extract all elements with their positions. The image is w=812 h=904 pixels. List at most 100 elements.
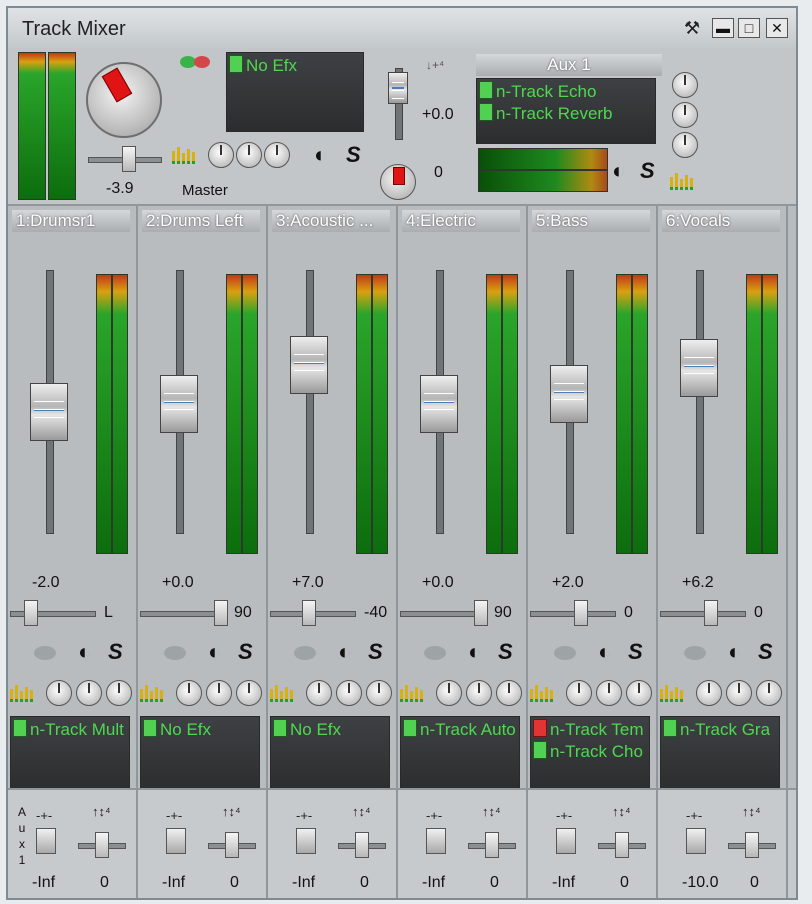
channel-name[interactable]: 6:Vocals — [662, 210, 780, 232]
aux-pan-slider[interactable] — [78, 832, 126, 858]
knob[interactable] — [176, 680, 202, 706]
record-arm-icon[interactable] — [164, 646, 186, 660]
solo-icon[interactable]: S — [498, 641, 513, 663]
eq-icon[interactable] — [270, 685, 296, 702]
solo-icon[interactable]: S — [238, 641, 253, 663]
aux-send-fader[interactable] — [686, 828, 706, 854]
pan-slider[interactable] — [10, 600, 96, 626]
speaker-icon[interactable]: ◐ — [208, 641, 221, 663]
aux-knob-1[interactable] — [672, 72, 698, 98]
channel-fx-item[interactable]: No Efx — [273, 719, 387, 739]
master-volume-fader[interactable] — [388, 72, 408, 104]
aux-fx-item-1[interactable]: n-Track Reverb — [479, 103, 653, 123]
aux-pan-slider[interactable] — [598, 832, 646, 858]
channel-fx-item[interactable]: n-Track Gra — [663, 719, 777, 739]
master-knob-3[interactable] — [264, 142, 290, 168]
channel-fx-box[interactable]: n-Track Auto — [400, 716, 520, 792]
aux-send-fader[interactable] — [166, 828, 186, 854]
aux-fx-box[interactable]: n-Track Echo n-Track Reverb — [476, 78, 656, 144]
speaker-icon[interactable]: ◐ — [78, 641, 91, 663]
aux-send-fader[interactable] — [426, 828, 446, 854]
aux-pan-slider[interactable] — [728, 832, 776, 858]
knob[interactable] — [466, 680, 492, 706]
speaker-icon[interactable]: ◐ — [314, 144, 327, 166]
solo-icon[interactable]: S — [758, 641, 773, 663]
channel-name[interactable]: 3:Acoustic ... — [272, 210, 390, 232]
aux-pan-slider[interactable] — [208, 832, 256, 858]
speaker-icon[interactable]: ◐ — [468, 641, 481, 663]
speaker-icon[interactable]: ◐ — [598, 641, 611, 663]
aux-pan-slider[interactable] — [338, 832, 386, 858]
volume-fader[interactable] — [30, 383, 68, 441]
record-arm-icon[interactable] — [684, 646, 706, 660]
eq-icon[interactable] — [140, 685, 166, 702]
volume-fader[interactable] — [160, 375, 198, 434]
record-arm-icon[interactable] — [34, 646, 56, 660]
master-pan-slider[interactable] — [88, 146, 162, 172]
master-fx-item-0[interactable]: No Efx — [229, 55, 361, 75]
channel-name[interactable]: 2:Drums Left — [142, 210, 260, 232]
eq-icon[interactable] — [10, 685, 36, 702]
channel-fx-box[interactable]: n-Track Gra — [660, 716, 780, 792]
knob[interactable] — [696, 680, 722, 706]
channel-name[interactable]: 4:Electric — [402, 210, 520, 232]
aux-knob-2[interactable] — [672, 102, 698, 128]
close-button[interactable]: ✕ — [766, 18, 788, 38]
record-arm-icon[interactable] — [554, 646, 576, 660]
knob[interactable] — [496, 680, 522, 706]
solo-icon[interactable]: S — [640, 160, 655, 182]
knob[interactable] — [206, 680, 232, 706]
pan-slider[interactable] — [660, 600, 746, 626]
aux-send-fader[interactable] — [556, 828, 576, 854]
pan-slider[interactable] — [140, 600, 229, 626]
channel-fx-box[interactable]: n-Track Mult — [10, 716, 130, 792]
aux-fx-item-0[interactable]: n-Track Echo — [479, 81, 653, 101]
solo-icon[interactable]: S — [628, 641, 643, 663]
eq-icon[interactable] — [400, 685, 426, 702]
knob[interactable] — [76, 680, 102, 706]
channel-fx-item[interactable]: No Efx — [143, 719, 257, 739]
knob[interactable] — [366, 680, 392, 706]
record-arm-icon[interactable] — [294, 646, 316, 660]
channel-fx-item[interactable]: n-Track Tem — [533, 719, 647, 739]
knob[interactable] — [596, 680, 622, 706]
aux-pan-slider[interactable] — [468, 832, 516, 858]
channel-name[interactable]: 1:Drumsr1 — [12, 210, 130, 232]
pan-slider[interactable] — [400, 600, 489, 626]
master-knob-2[interactable] — [236, 142, 262, 168]
solo-icon[interactable]: S — [346, 144, 361, 166]
aux-send-fader[interactable] — [36, 828, 56, 854]
channel-fx-item[interactable]: n-Track Cho — [533, 741, 647, 761]
speaker-icon[interactable]: ◐ — [728, 641, 741, 663]
title-bar[interactable]: Track Mixer ⚒ ▬ □ ✕ — [8, 8, 796, 48]
record-arm-icon[interactable] — [424, 646, 446, 660]
knob[interactable] — [236, 680, 262, 706]
aux-send-fader[interactable] — [296, 828, 316, 854]
eq-icon[interactable] — [172, 147, 198, 164]
master-knob-1[interactable] — [208, 142, 234, 168]
channel-fx-item[interactable]: n-Track Mult — [13, 719, 127, 739]
knob[interactable] — [336, 680, 362, 706]
master-fx-box[interactable]: No Efx — [226, 52, 364, 132]
eq-icon[interactable] — [530, 685, 556, 702]
eq-icon[interactable] — [670, 173, 696, 190]
solo-icon[interactable]: S — [368, 641, 383, 663]
knob[interactable] — [306, 680, 332, 706]
channel-fx-box[interactable]: n-Track Tem n-Track Cho — [530, 716, 650, 792]
aux-send-knob[interactable] — [380, 164, 416, 200]
minimize-button[interactable]: ▬ — [712, 18, 734, 38]
volume-fader-track[interactable] — [696, 270, 704, 534]
volume-fader[interactable] — [680, 338, 718, 397]
channel-name[interactable]: 5:Bass — [532, 210, 650, 232]
eq-icon[interactable] — [660, 685, 686, 702]
toggle-icon[interactable] — [180, 56, 214, 68]
channel-fx-box[interactable]: No Efx — [270, 716, 390, 792]
speaker-icon[interactable]: ◐ — [612, 160, 625, 182]
aux-knob-3[interactable] — [672, 132, 698, 158]
hammer-icon[interactable]: ⚒ — [684, 18, 700, 39]
knob[interactable] — [566, 680, 592, 706]
channel-fx-item[interactable]: n-Track Auto — [403, 719, 517, 739]
volume-fader[interactable] — [290, 336, 328, 395]
knob[interactable] — [106, 680, 132, 706]
speaker-icon[interactable]: ◐ — [338, 641, 351, 663]
